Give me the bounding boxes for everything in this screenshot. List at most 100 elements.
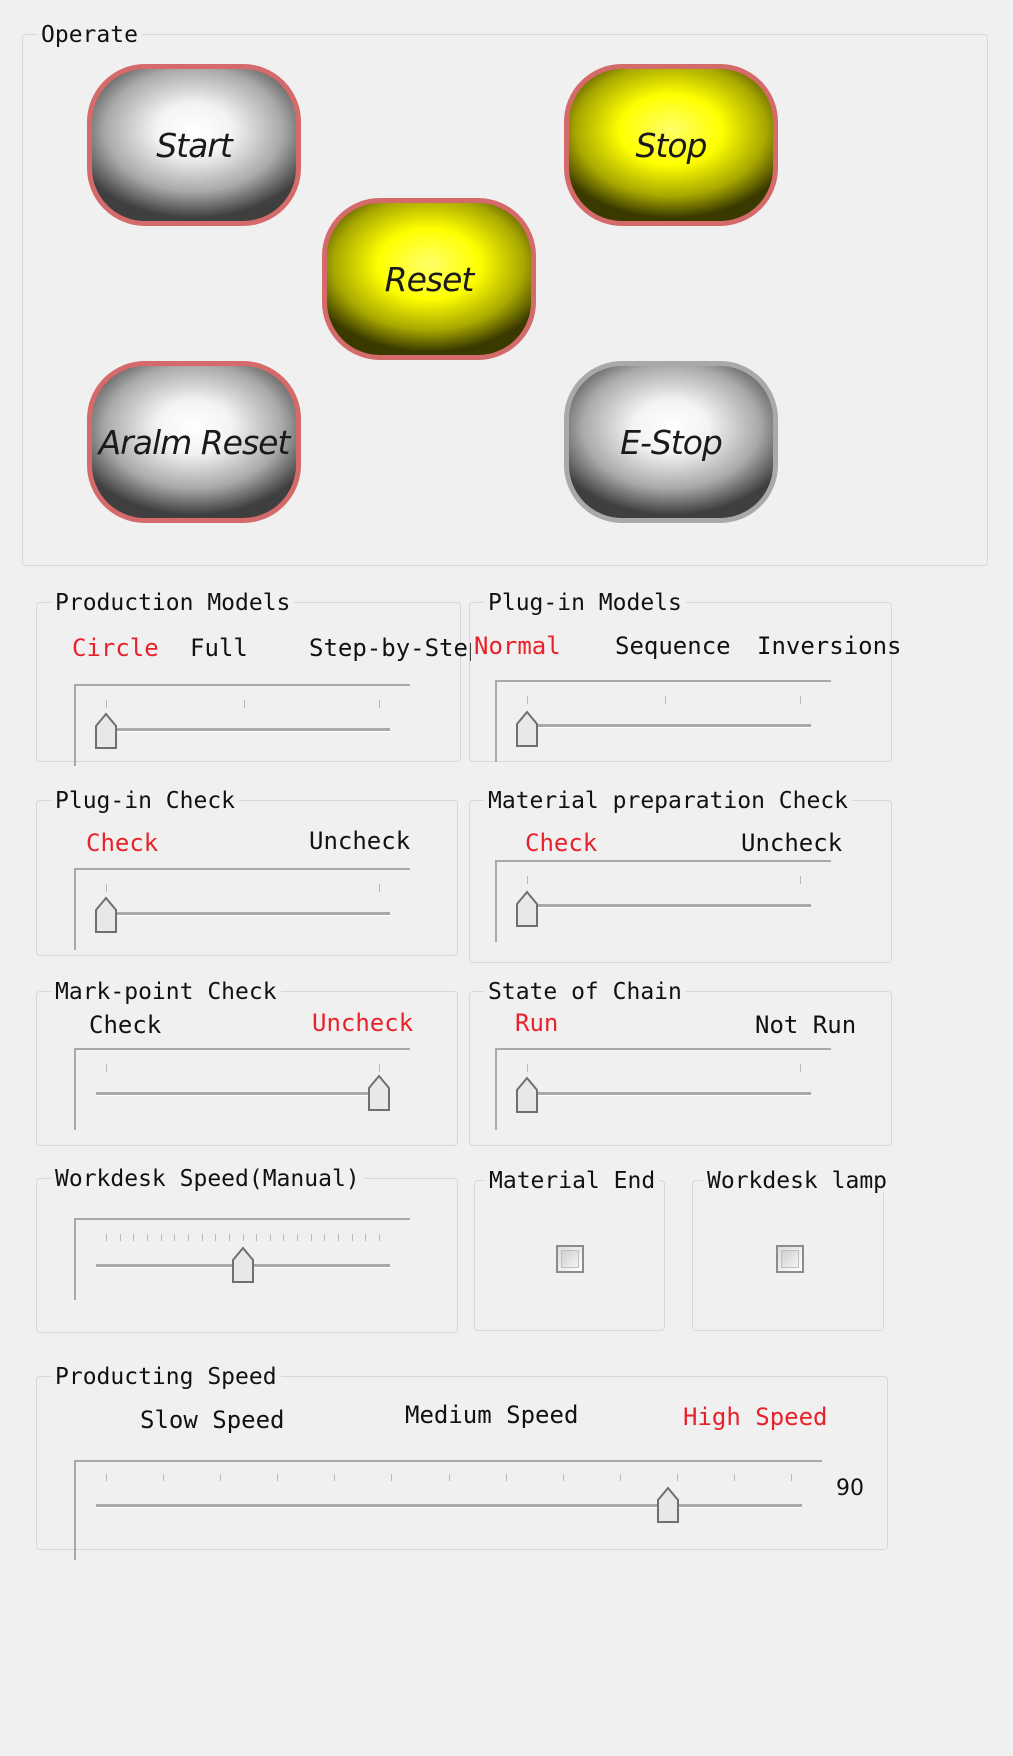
slider-rail: [517, 1092, 811, 1096]
reset-button[interactable]: Reset: [322, 198, 536, 360]
tick: [619, 1474, 621, 1481]
workdesk-speed-slider[interactable]: [74, 1218, 410, 1300]
tick: [283, 1234, 285, 1241]
material-end-legend: Material End: [485, 1169, 660, 1193]
tick: [106, 700, 107, 708]
slider-thumb[interactable]: [515, 1076, 539, 1114]
markpoint-check-slider[interactable]: [74, 1048, 410, 1130]
production-option-circle: Circle: [72, 634, 159, 662]
tick: [220, 1474, 222, 1481]
slider-rail: [96, 1092, 390, 1096]
tick: [338, 1234, 340, 1241]
tick: [505, 1474, 507, 1481]
slider-thumb[interactable]: [515, 710, 539, 748]
tick: [665, 696, 666, 704]
tick: [379, 700, 380, 708]
tick: [310, 1234, 312, 1241]
slider-thumb[interactable]: [94, 896, 118, 934]
tick: [379, 1234, 380, 1241]
plugin-check-slider[interactable]: [74, 868, 410, 950]
slider-thumb[interactable]: [231, 1246, 255, 1284]
tick: [242, 1234, 244, 1241]
material-prep-option-check: Check: [525, 829, 598, 857]
tick: [174, 1234, 176, 1241]
state-of-chain-legend: State of Chain: [484, 980, 686, 1004]
plugin-check-legend: Plug-in Check: [51, 789, 240, 813]
speed-option-high: High Speed: [683, 1403, 828, 1431]
markpoint-option-uncheck: Uncheck: [312, 1009, 414, 1037]
material-prep-check-slider[interactable]: [495, 860, 831, 942]
tick: [201, 1234, 203, 1241]
speed-option-slow: Slow Speed: [140, 1406, 285, 1434]
slider-thumb[interactable]: [94, 712, 118, 750]
workdesk-lamp-checkbox[interactable]: [776, 1245, 804, 1273]
producing-speed-value: 90: [836, 1476, 864, 1501]
production-option-full: Full: [190, 634, 248, 662]
tick: [733, 1474, 735, 1481]
material-prep-option-uncheck: Uncheck: [741, 829, 843, 857]
tick: [448, 1474, 450, 1481]
markpoint-check-legend: Mark-point Check: [51, 980, 281, 1004]
slider-thumb[interactable]: [656, 1486, 680, 1524]
tick: [800, 1064, 801, 1072]
tick: [800, 696, 801, 704]
alarm-reset-button[interactable]: Aralm Reset: [87, 361, 301, 523]
tick: [163, 1474, 165, 1481]
plugin-models-legend: Plug-in Models: [484, 591, 686, 615]
slider-rail: [96, 912, 390, 916]
tick: [187, 1234, 189, 1241]
tick: [256, 1234, 258, 1241]
slider-thumb[interactable]: [515, 890, 539, 928]
slider-rail: [517, 724, 811, 728]
chain-option-not-run: Not Run: [755, 1011, 857, 1039]
speed-option-medium: Medium Speed: [405, 1401, 579, 1429]
tick: [365, 1234, 367, 1241]
production-option-step: Step-by-Step: [309, 634, 471, 662]
tick: [791, 1474, 792, 1481]
tick: [800, 876, 801, 884]
tick: [106, 1064, 107, 1072]
tick: [244, 700, 245, 708]
tick: [215, 1234, 217, 1241]
plugin-option-normal: Normal: [474, 632, 561, 660]
workdesk-speed-legend: Workdesk Speed(Manual): [51, 1167, 364, 1191]
plugin-check-option-check: Check: [86, 829, 159, 857]
tick: [527, 696, 528, 704]
tick: [527, 876, 528, 884]
material-prep-check-legend: Material preparation Check: [484, 789, 853, 813]
operate-legend: Operate: [37, 23, 142, 47]
tick: [146, 1234, 148, 1241]
producing-speed-legend: Producting Speed: [51, 1365, 281, 1389]
tick: [391, 1474, 393, 1481]
e-stop-button[interactable]: E-Stop: [564, 361, 778, 523]
production-models-slider[interactable]: [74, 684, 410, 766]
plugin-models-slider[interactable]: [495, 680, 831, 762]
state-of-chain-slider[interactable]: [495, 1048, 831, 1130]
tick: [277, 1474, 279, 1481]
slider-rail: [96, 728, 390, 732]
tick: [160, 1234, 162, 1241]
tick: [106, 1234, 107, 1241]
slider-thumb[interactable]: [367, 1074, 391, 1112]
plugin-check-option-uncheck: Uncheck: [309, 827, 411, 855]
producing-speed-slider[interactable]: [74, 1460, 822, 1560]
stop-button[interactable]: Stop: [564, 64, 778, 226]
tick: [119, 1234, 121, 1241]
tick: [228, 1234, 230, 1241]
material-end-checkbox[interactable]: [556, 1245, 584, 1273]
tick: [351, 1234, 353, 1241]
tick: [527, 1064, 528, 1072]
slider-rail: [517, 904, 811, 908]
tick: [562, 1474, 564, 1481]
tick: [324, 1234, 326, 1241]
tick: [379, 1064, 380, 1072]
chain-option-run: Run: [515, 1009, 559, 1037]
tick: [676, 1474, 678, 1481]
tick: [269, 1234, 271, 1241]
start-button[interactable]: Start: [87, 64, 301, 226]
tick: [297, 1234, 299, 1241]
plugin-option-sequence: Sequence: [615, 632, 731, 660]
tick: [379, 884, 380, 892]
workdesk-lamp-legend: Workdesk lamp: [703, 1169, 892, 1193]
production-models-legend: Production Models: [51, 591, 295, 615]
